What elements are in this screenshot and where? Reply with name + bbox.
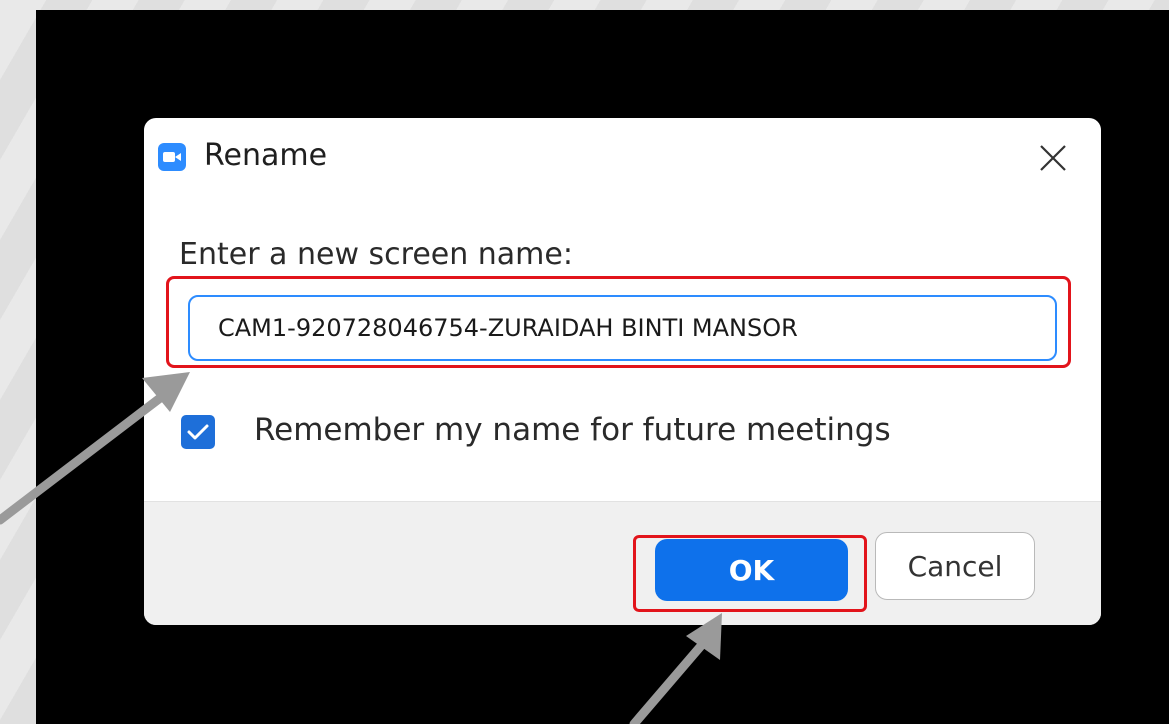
remember-name-checkbox[interactable]: [181, 415, 215, 449]
input-highlight-box: [166, 276, 1071, 368]
remember-name-label[interactable]: Remember my name for future meetings: [254, 409, 891, 451]
close-icon[interactable]: [1033, 138, 1073, 178]
dialog-title: Rename: [204, 138, 328, 173]
checkmark-icon: [187, 424, 209, 440]
ok-highlight-box: [633, 535, 867, 612]
screen-name-label: Enter a new screen name:: [179, 237, 573, 272]
cancel-button[interactable]: Cancel: [875, 532, 1035, 600]
rename-dialog: Rename Enter a new screen name: Remember…: [144, 118, 1101, 625]
zoom-camera-icon: [158, 143, 186, 171]
